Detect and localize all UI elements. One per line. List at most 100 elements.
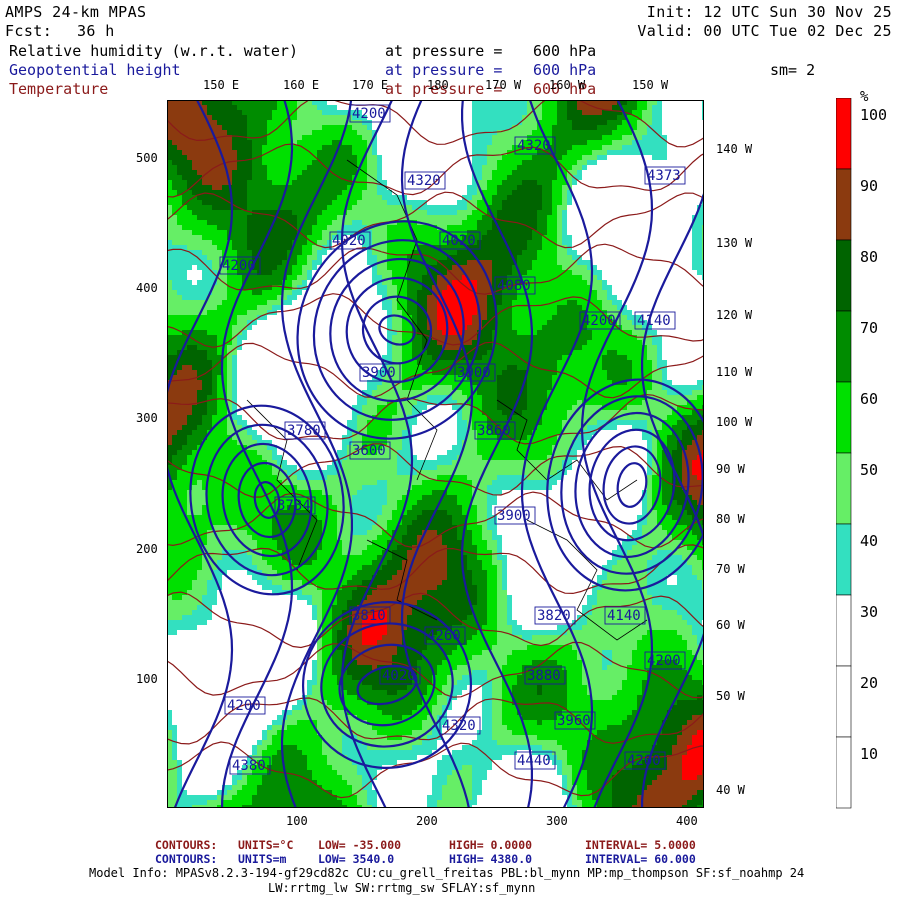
height-contour-label: 3780 xyxy=(287,423,321,439)
field-height-name: Geopotential height xyxy=(9,61,181,79)
height-contour-label: 4200 xyxy=(627,753,661,769)
height-contour-label: 3880 xyxy=(527,668,561,684)
left-axis-tick: 500 xyxy=(136,151,158,165)
colorbar-swatch xyxy=(836,239,852,312)
height-contour-label: 4200 xyxy=(352,106,386,122)
bottom-axis-tick: 100 xyxy=(286,814,308,828)
height-contour-label: 4320 xyxy=(407,173,441,189)
right-lon-label: 140 W xyxy=(716,142,753,156)
top-lon-label: 180 xyxy=(427,78,449,92)
bottom-axis-tick: 400 xyxy=(676,814,698,828)
colorbar-swatch xyxy=(836,523,852,596)
height-contour-label: 3734 xyxy=(277,498,311,514)
height-contour-label: 3900 xyxy=(457,365,491,381)
colorbar-swatch xyxy=(836,381,852,454)
top-lon-label: 170 W xyxy=(485,78,522,92)
colorbar-label: 60 xyxy=(860,390,878,408)
height-contour-label: 3600 xyxy=(352,443,386,459)
height-contour-label: 3820 xyxy=(537,608,571,624)
top-lon-label: 170 E xyxy=(352,78,389,92)
height-contour-label: 4260 xyxy=(427,628,461,644)
height-contour-label: 4373 xyxy=(647,168,681,184)
colorbar-label: 90 xyxy=(860,177,878,195)
height-contour-label: 4020 xyxy=(442,233,476,249)
right-lon-label: 100 W xyxy=(716,415,753,429)
field-height-level-label: at pressure = xyxy=(385,61,503,79)
model-info-line-2: LW:rrtmg_lw SW:rrtmg_sw SFLAY:sf_mynn xyxy=(268,881,536,895)
height-contour-label: 4320 xyxy=(442,718,476,734)
field-temp-name: Temperature xyxy=(9,80,109,98)
valid-time: Valid: 00 UTC Tue 02 Dec 25 xyxy=(637,22,892,40)
height-contour-label: 4440 xyxy=(517,753,551,769)
top-lon-label: 160 E xyxy=(283,78,320,92)
temp-contour-prefix: CONTOURS: xyxy=(155,838,218,852)
colorbar-swatch xyxy=(836,665,852,738)
height-contour-interval: INTERVAL= 60.000 xyxy=(585,852,696,866)
right-lon-label: 50 W xyxy=(716,689,745,703)
height-contour-label: 3900 xyxy=(362,365,396,381)
right-lon-label: 60 W xyxy=(716,618,745,632)
left-axis-tick: 300 xyxy=(136,411,158,425)
field-rh-level-value: 600 hPa xyxy=(533,42,597,60)
height-contour-label: 4080 xyxy=(497,278,531,294)
forecast-value: 36 h xyxy=(77,22,115,40)
colorbar-unit: % xyxy=(860,89,869,105)
temp-contour-units: UNITS=°C xyxy=(238,838,294,852)
bottom-axis-tick: 200 xyxy=(416,814,438,828)
top-lon-label: 160 W xyxy=(549,78,586,92)
height-contour-units: UNITS=m xyxy=(238,852,287,866)
rh-height-temp-map: 4200 4320 4320 4373 4200 4020 4020 4080 4200 4140… xyxy=(167,100,704,808)
colorbar-label: 40 xyxy=(860,532,878,550)
height-contour-label: 3900 xyxy=(497,508,531,524)
model-info-line-1: Model Info: MPASv8.2.3-194-gf29cd82c CU:… xyxy=(89,866,805,880)
forecast-label: Fcst: xyxy=(5,22,53,40)
init-time: Init: 12 UTC Sun 30 Nov 25 xyxy=(646,3,892,21)
colorbar-label: 50 xyxy=(860,461,878,479)
height-contour-label: 4320 xyxy=(517,138,551,154)
right-lon-label: 110 W xyxy=(716,365,753,379)
bottom-axis-tick: 300 xyxy=(546,814,568,828)
height-contour-label: 4200 xyxy=(647,653,681,669)
colorbar-label: 20 xyxy=(860,674,878,692)
colorbar-label: 100 xyxy=(860,106,887,124)
height-contour-high: HIGH= 4380.0 xyxy=(449,852,533,866)
right-lon-label: 40 W xyxy=(716,783,745,797)
height-contour-label: 3810 xyxy=(352,608,386,624)
height-contour-label: 4200 xyxy=(227,698,261,714)
height-contour-label: 4020 xyxy=(332,233,366,249)
field-height-level-value: 600 hPa xyxy=(533,61,597,79)
colorbar-swatch xyxy=(836,98,852,170)
colorbar-label: 70 xyxy=(860,319,878,337)
temp-contour-interval: INTERVAL= 5.0000 xyxy=(585,838,696,852)
right-lon-label: 130 W xyxy=(716,236,753,250)
model-title: AMPS 24-km MPAS xyxy=(5,3,147,21)
smoothing-label: sm= 2 xyxy=(770,61,816,79)
top-lon-label: 150 E xyxy=(203,78,240,92)
right-lon-label: 90 W xyxy=(716,462,745,476)
colorbar-swatch xyxy=(836,452,852,525)
height-contour-label: 4380 xyxy=(232,758,266,774)
top-lon-label: 150 W xyxy=(632,78,669,92)
height-contour-label: 4140 xyxy=(607,608,641,624)
colorbar-swatch xyxy=(836,736,852,809)
right-lon-label: 120 W xyxy=(716,308,753,322)
height-contour-label: 4200 xyxy=(582,313,616,329)
field-rh-name: Relative humidity (w.r.t. water) xyxy=(9,42,298,60)
colorbar-swatch xyxy=(836,594,852,667)
colorbar-swatch xyxy=(836,310,852,383)
right-lon-label: 80 W xyxy=(716,512,745,526)
height-contour-label: 4140 xyxy=(637,313,671,329)
height-contour-prefix: CONTOURS: xyxy=(155,852,218,866)
humidity-colorbar: 1009080706050403020100 xyxy=(836,98,887,809)
left-axis-tick: 200 xyxy=(136,542,158,556)
height-contour-label: 3960 xyxy=(557,713,591,729)
height-contour-label: 4200 xyxy=(222,258,256,274)
colorbar-label: 80 xyxy=(860,248,878,266)
height-contour-low: LOW= 3540.0 xyxy=(318,852,395,866)
colorbar-swatch xyxy=(836,168,852,241)
right-lon-label: 70 W xyxy=(716,562,745,576)
field-rh-level-label: at pressure = xyxy=(385,42,503,60)
colorbar-label: 30 xyxy=(860,603,878,621)
left-axis-tick: 100 xyxy=(136,672,158,686)
temp-contour-high: HIGH= 0.0000 xyxy=(449,838,533,852)
